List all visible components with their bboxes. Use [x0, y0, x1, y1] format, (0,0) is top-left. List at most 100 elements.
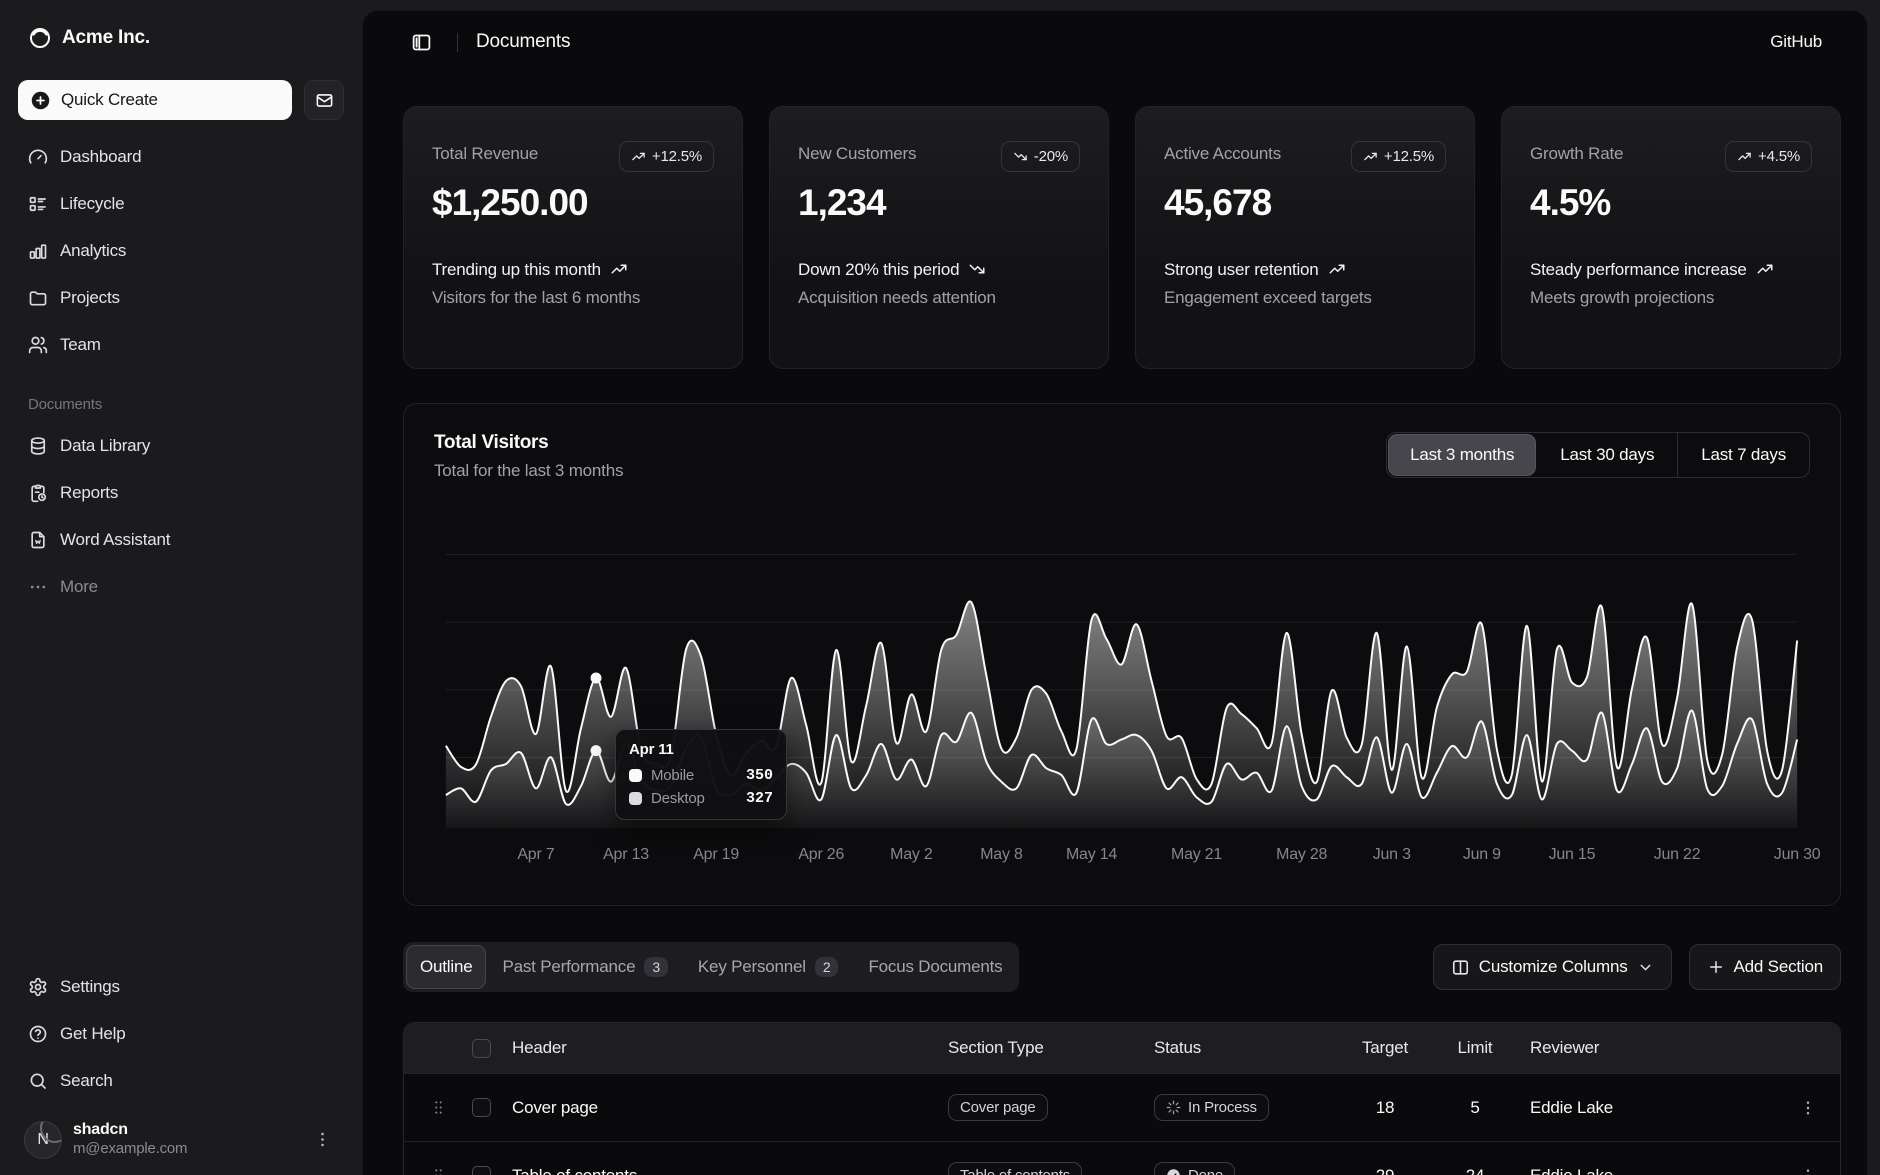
tab-count-badge: 3 [644, 957, 668, 977]
stat-label: Total Revenue [432, 141, 538, 164]
sidebar: Acme Inc. Quick Create Dashboard Lifecyc… [0, 0, 362, 1175]
svg-text:May 14: May 14 [1066, 846, 1117, 863]
stat-label: Active Accounts [1164, 141, 1281, 164]
quick-create-label: Quick Create [61, 90, 158, 110]
stat-footer-desc: Visitors for the last 6 months [432, 288, 714, 308]
chart-bar-icon [28, 241, 48, 261]
add-section-label: Add Section [1734, 957, 1823, 977]
plus-icon [1707, 958, 1725, 976]
trending-up-icon [1363, 149, 1378, 164]
trending-up-icon [1328, 260, 1346, 278]
status-badge: In Process [1154, 1094, 1269, 1121]
user-menu-button[interactable] [307, 1124, 338, 1155]
tab-key-personnel[interactable]: Key Personnel2 [685, 946, 852, 988]
series-value: 327 [746, 790, 773, 807]
row-menu-button[interactable] [1793, 1093, 1823, 1123]
row-checkbox[interactable] [472, 1098, 491, 1117]
select-all-checkbox[interactable] [472, 1039, 491, 1058]
sidebar-item-label: Get Help [60, 1024, 126, 1044]
user-row[interactable]: N shadcn m@example.com [18, 1114, 344, 1161]
col-status: Status [1154, 1038, 1350, 1058]
svg-text:Jun 15: Jun 15 [1549, 846, 1596, 863]
stat-value: 4.5% [1530, 182, 1812, 224]
row-reviewer[interactable]: Eddie Lake [1530, 1166, 1776, 1175]
drag-handle-icon[interactable] [404, 1098, 472, 1117]
sidebar-toggle-button[interactable] [403, 24, 439, 60]
sidebar-item-reports[interactable]: Reports [18, 474, 344, 512]
sidebar-item-word-assistant[interactable]: Word Assistant [18, 521, 344, 559]
tab-focus-documents[interactable]: Focus Documents [855, 946, 1015, 988]
github-link[interactable]: GitHub [1770, 32, 1822, 52]
row-header[interactable]: Table of contents [512, 1166, 948, 1175]
col-reviewer: Reviewer [1530, 1038, 1776, 1058]
sidebar-item-team[interactable]: Team [18, 326, 344, 364]
row-limit[interactable]: 24 [1420, 1166, 1530, 1175]
stat-value: 45,678 [1164, 182, 1446, 224]
stat-footer-title: Down 20% this period [798, 257, 1080, 283]
quick-create-button[interactable]: Quick Create [18, 80, 292, 120]
chart-tooltip: Apr 11 Mobile 350 Desktop 327 [615, 729, 787, 820]
sidebar-item-label: Analytics [60, 241, 126, 261]
sections-table: Header Section Type Status Target Limit … [403, 1022, 1841, 1175]
user-name: shadcn [73, 1120, 187, 1140]
footer-nav: Settings Get Help Search [18, 968, 344, 1100]
sidebar-item-label: Word Assistant [60, 530, 170, 550]
sidebar-item-label: Search [60, 1071, 113, 1091]
settings-icon [28, 977, 48, 997]
mail-icon [315, 91, 334, 110]
sidebar-item-search[interactable]: Search [18, 1062, 344, 1100]
tab-outline[interactable]: Outline [407, 946, 485, 988]
svg-text:May 2: May 2 [890, 846, 933, 863]
table-row-table-of-contents: Table of contents Table of contents Done… [404, 1141, 1840, 1175]
stat-card-active-accounts: Active Accounts +12.5% 45,678 Strong use… [1135, 106, 1475, 369]
sidebar-item-label: Team [60, 335, 101, 355]
dots-icon [28, 577, 48, 597]
company-logo-icon [28, 26, 52, 50]
page-title: Documents [476, 31, 570, 53]
sidebar-item-dashboard[interactable]: Dashboard [18, 138, 344, 176]
row-target[interactable]: 18 [1350, 1098, 1420, 1118]
series-name: Mobile [651, 767, 694, 784]
inbox-button[interactable] [304, 80, 344, 120]
check-filled-icon [1166, 1168, 1181, 1175]
row-reviewer[interactable]: Eddie Lake [1530, 1098, 1776, 1118]
row-target[interactable]: 29 [1350, 1166, 1420, 1175]
help-icon [28, 1024, 48, 1044]
database-icon [28, 436, 48, 456]
row-limit[interactable]: 5 [1420, 1098, 1530, 1118]
sidebar-item-data-library[interactable]: Data Library [18, 427, 344, 465]
trend-badge: +4.5% [1725, 141, 1812, 172]
trending-down-icon [1013, 149, 1028, 164]
col-header: Header [512, 1038, 948, 1058]
stat-footer-title: Trending up this month [432, 257, 714, 283]
row-checkbox[interactable] [472, 1166, 491, 1175]
row-menu-button[interactable] [1793, 1161, 1823, 1175]
sidebar-item-get-help[interactable]: Get Help [18, 1015, 344, 1053]
stat-card-new-customers: New Customers -20% 1,234 Down 20% this p… [769, 106, 1109, 369]
sidebar-item-projects[interactable]: Projects [18, 279, 344, 317]
svg-text:Jun 3: Jun 3 [1373, 846, 1411, 863]
add-section-button[interactable]: Add Section [1689, 944, 1841, 990]
customize-columns-button[interactable]: Customize Columns [1433, 944, 1672, 990]
svg-text:Apr 19: Apr 19 [693, 846, 739, 863]
drag-handle-icon[interactable] [404, 1166, 472, 1175]
visitors-area-chart-svg: Apr 7Apr 13Apr 19Apr 26May 2May 8May 14M… [404, 404, 1840, 905]
avatar: N [24, 1121, 62, 1159]
svg-text:Jun 30: Jun 30 [1774, 846, 1821, 863]
sidebar-item-analytics[interactable]: Analytics [18, 232, 344, 270]
svg-text:May 8: May 8 [980, 846, 1023, 863]
row-header[interactable]: Cover page [512, 1098, 948, 1118]
trending-up-icon [1737, 149, 1752, 164]
sidebar-item-more[interactable]: More [18, 568, 344, 606]
stat-label: Growth Rate [1530, 141, 1623, 164]
trend-badge: +12.5% [619, 141, 714, 172]
table-header-row: Header Section Type Status Target Limit … [404, 1023, 1840, 1073]
col-limit: Limit [1420, 1038, 1530, 1058]
sidebar-item-settings[interactable]: Settings [18, 968, 344, 1006]
main-nav: Dashboard Lifecycle Analytics Projects T… [18, 138, 344, 364]
sidebar-item-lifecycle[interactable]: Lifecycle [18, 185, 344, 223]
report-icon [28, 483, 48, 503]
stat-value: $1,250.00 [432, 182, 714, 224]
tab-past-performance[interactable]: Past Performance3 [489, 946, 680, 988]
brand[interactable]: Acme Inc. [18, 22, 344, 54]
